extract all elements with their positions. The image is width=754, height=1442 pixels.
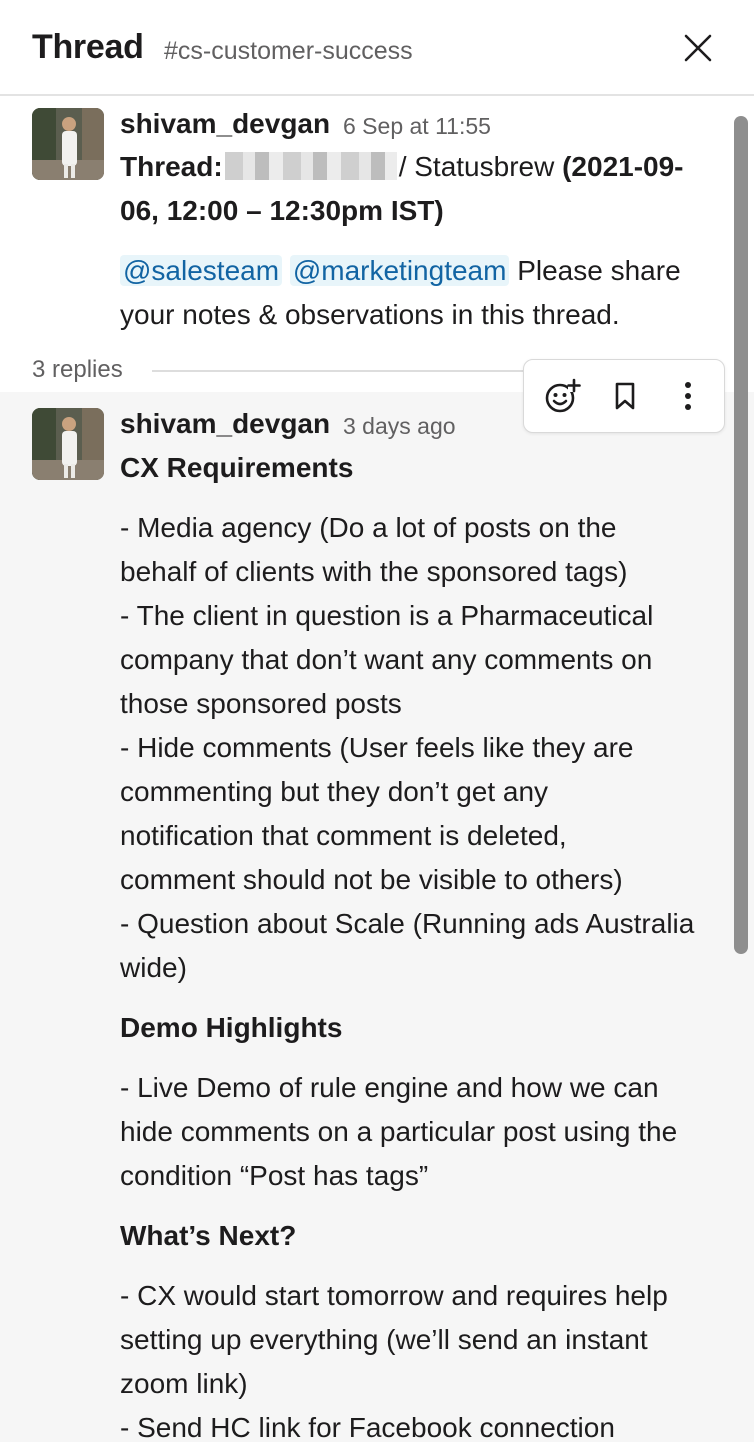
message-timestamp[interactable]: 6 Sep at 11:55 [343,113,491,140]
close-icon [684,34,712,62]
parent-message: shivam_devgan 6 Sep at 11:55 Thread: / St… [0,98,754,348]
message-text-line: setting up everything (we’ll send an ins… [120,1324,648,1355]
bookmark-icon [615,382,635,410]
replies-count: 3 replies [32,356,123,383]
close-thread-button[interactable] [676,26,720,70]
message-text-line: Thread: / Statusbrew (2021-09- [120,145,684,189]
author-name[interactable]: shivam_devgan [120,408,330,440]
message-text-line: those sponsored posts [120,688,402,719]
message-text-line: - Question about Scale (Running ads Aust… [120,908,695,939]
message-text-line: - CX would start tomorrow and requires h… [120,1280,668,1311]
message-text-line: 06, 12:00 – 12:30pm IST) [120,195,444,226]
message-text: Please share [509,255,681,286]
more-actions-icon [685,382,691,410]
message-text-line: @salesteam @marketingteam Please share [120,249,681,293]
message-text-line: - The client in question is a Pharmaceut… [120,600,654,631]
reply-message[interactable]: shivam_devgan 3 days ago CX Requirements… [0,392,754,1442]
message-text-line: - Live Demo of rule engine and how we ca… [120,1072,659,1103]
message-text-line: notification that comment is deleted, [120,820,567,851]
section-heading: What’s Next? [120,1220,297,1251]
thread-header: Thread #cs-customer-success [0,0,754,96]
section-heading: CX Requirements [120,452,354,483]
save-message-button[interactable] [603,374,647,418]
message-text-line: condition “Post has tags” [120,1160,429,1191]
channel-name-link[interactable]: #cs-customer-success [164,37,413,66]
message-timestamp[interactable]: 3 days ago [343,413,456,440]
section-heading: Demo Highlights [120,1012,343,1043]
message-text-line: behalf of clients with the sponsored tag… [120,556,628,587]
message-text-line: wide) [120,952,187,983]
add-reaction-button[interactable] [539,374,583,418]
message-actions-toolbar [523,359,725,433]
more-actions-button[interactable] [666,374,710,418]
message-text-line: your notes & observations in this thread… [120,299,620,330]
message-text-line: hide comments on a particular post using… [120,1116,678,1147]
author-name[interactable]: shivam_devgan [120,108,330,140]
message-text-line: zoom link) [120,1368,248,1399]
thread-date: (2021-09- [562,151,684,182]
thread-title: Thread [32,28,144,66]
thread-prefix: Thread: [120,151,223,182]
message-text-line: commenting but they don’t get any [120,776,549,807]
avatar[interactable] [32,408,104,480]
redacted-text [224,152,397,180]
thread-separator: / Statusbrew [398,151,563,182]
message-text-line: comment should not be visible to others) [120,864,623,895]
avatar[interactable] [32,108,104,180]
message-text-line: - Hide comments (User feels like they ar… [120,732,634,763]
mention-salesteam[interactable]: @salesteam [120,255,283,286]
vertical-scrollbar[interactable] [734,116,748,954]
message-text-line: company that don’t want any comments on [120,644,653,675]
add-reaction-icon [545,378,581,413]
mention-marketingteam[interactable]: @marketingteam [289,255,510,286]
message-text-line: - Media agency (Do a lot of posts on the [120,512,617,543]
message-text-line: - Send HC link for Facebook connection [120,1412,615,1442]
